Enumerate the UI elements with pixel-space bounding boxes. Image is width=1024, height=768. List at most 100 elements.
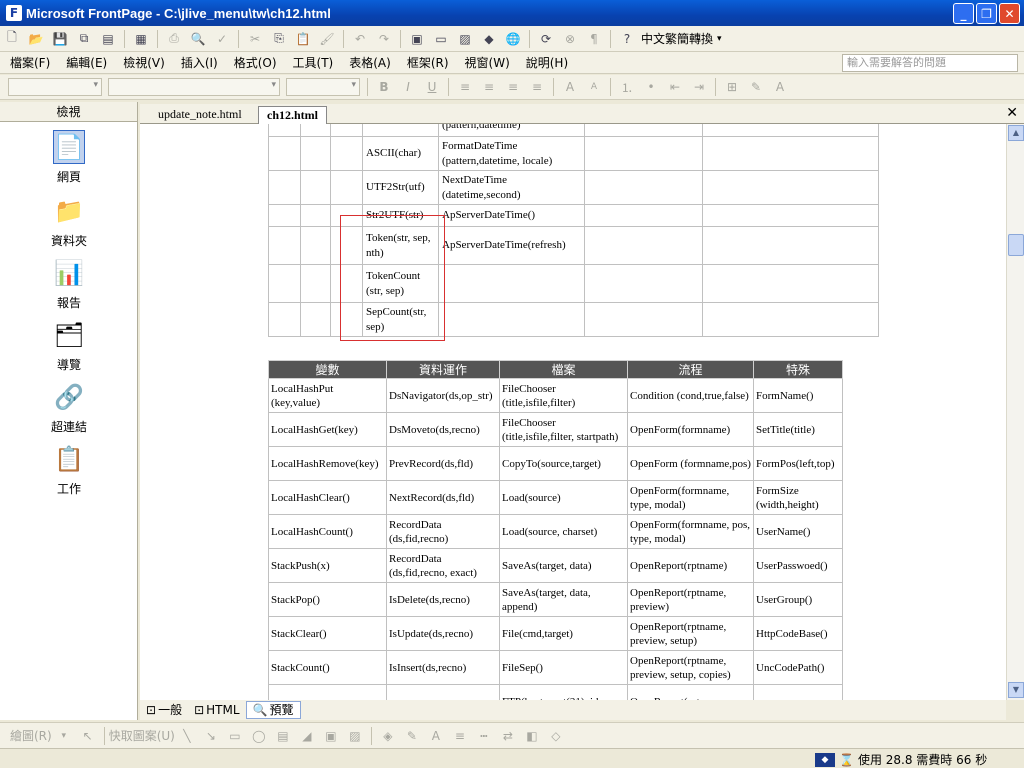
formatting-toolbar: B I U ≡ ≡ ≡ ≡ A A ⒈ • ⇤ ⇥ ⊞ ✎ A: [0, 75, 1024, 100]
select-objects-icon[interactable]: ↖: [79, 727, 97, 745]
draw-dropdown-icon[interactable]: ▾: [55, 727, 73, 745]
bullets-icon[interactable]: •: [642, 78, 660, 96]
italic-icon[interactable]: I: [399, 78, 417, 96]
page-view-icon[interactable]: ▦: [132, 30, 150, 48]
hyperlink-icon[interactable]: 🌐: [504, 30, 522, 48]
align-left-icon[interactable]: ≡: [456, 78, 474, 96]
translate-button[interactable]: 中文繁簡轉換: [641, 30, 713, 47]
font-color-icon[interactable]: A: [771, 78, 789, 96]
spelling-icon[interactable]: ✓: [213, 30, 231, 48]
new-page-icon[interactable]: 🗋: [3, 30, 21, 48]
justify-icon[interactable]: ≡: [528, 78, 546, 96]
folder-list-icon[interactable]: ▤: [99, 30, 117, 48]
undo-icon[interactable]: ↶: [351, 30, 369, 48]
insert-picture-icon[interactable]: ▨: [456, 30, 474, 48]
bold-icon[interactable]: B: [375, 78, 393, 96]
view-reports[interactable]: 📊 報告: [0, 256, 138, 311]
table-cell: OpenForm(formname): [627, 412, 754, 447]
menu-format[interactable]: 格式(O): [224, 54, 283, 71]
rectangle-icon[interactable]: ▭: [226, 727, 244, 745]
insert-component-icon[interactable]: ▣: [408, 30, 426, 48]
line-color-icon[interactable]: ✎: [403, 727, 421, 745]
menu-help[interactable]: 說明(H): [516, 54, 574, 71]
autoshapes-menu[interactable]: 快取圖案(U): [109, 727, 175, 744]
cut-icon[interactable]: ✂: [246, 30, 264, 48]
line-icon[interactable]: ╲: [178, 727, 196, 745]
menu-view[interactable]: 檢視(V): [113, 54, 171, 71]
tab-html[interactable]: ⊡ HTML: [188, 701, 245, 719]
decrease-indent-icon[interactable]: ⇤: [666, 78, 684, 96]
scroll-thumb[interactable]: [1008, 234, 1024, 256]
menu-edit[interactable]: 編輯(E): [56, 54, 113, 71]
numbering-icon[interactable]: ⒈: [618, 78, 636, 96]
view-hyperlinks[interactable]: 🔗 超連結: [0, 380, 138, 435]
increase-indent-icon[interactable]: ⇥: [690, 78, 708, 96]
top-table-cell: [268, 264, 301, 303]
fill-color-icon[interactable]: ◈: [379, 727, 397, 745]
menu-table[interactable]: 表格(A): [339, 54, 397, 71]
scroll-up-icon[interactable]: ▲: [1008, 125, 1024, 141]
view-folders[interactable]: 📁 資料夾: [0, 194, 138, 249]
3d-icon[interactable]: ◇: [547, 727, 565, 745]
refresh-icon[interactable]: ⟳: [537, 30, 555, 48]
font-size-dropdown[interactable]: [286, 78, 360, 96]
menu-frames[interactable]: 框架(R): [397, 54, 455, 71]
align-right-icon[interactable]: ≡: [504, 78, 522, 96]
translate-dropdown-icon[interactable]: ▾: [717, 34, 722, 44]
line-style-icon[interactable]: ≡: [451, 727, 469, 745]
decrease-font-icon[interactable]: A: [585, 78, 603, 96]
tab-ch12[interactable]: ch12.html: [258, 106, 327, 124]
highlight-icon[interactable]: ✎: [747, 78, 765, 96]
scroll-down-icon[interactable]: ▼: [1008, 682, 1024, 698]
copy-icon[interactable]: ⎘: [270, 30, 288, 48]
view-navigation[interactable]: 🗂 導覽: [0, 318, 138, 373]
dash-style-icon[interactable]: ┅: [475, 727, 493, 745]
clipart-icon[interactable]: ▣: [322, 727, 340, 745]
tab-normal[interactable]: ⊡ 一般: [140, 701, 188, 719]
redo-icon[interactable]: ↷: [375, 30, 393, 48]
font-dropdown[interactable]: [108, 78, 280, 96]
tab-update-note[interactable]: update_note.html: [150, 106, 250, 124]
wordart-icon[interactable]: ◢: [298, 727, 316, 745]
menu-window[interactable]: 視窗(W): [455, 54, 516, 71]
format-painter-icon[interactable]: 🖌: [318, 30, 336, 48]
style-dropdown[interactable]: [8, 78, 102, 96]
minimize-button[interactable]: _: [953, 3, 974, 24]
align-center-icon[interactable]: ≡: [480, 78, 498, 96]
view-page[interactable]: 📄 網頁: [0, 130, 138, 185]
arrow-icon[interactable]: ↘: [202, 727, 220, 745]
increase-font-icon[interactable]: A: [561, 78, 579, 96]
document-area[interactable]: (pattern,datetime) ASCII(char) FormatDateT…: [140, 124, 1006, 700]
underline-icon[interactable]: U: [423, 78, 441, 96]
oval-icon[interactable]: ◯: [250, 727, 268, 745]
table-cell: DsMoveto(ds,recno): [386, 412, 500, 447]
menu-tools[interactable]: 工具(T): [283, 54, 340, 71]
draw-font-color-icon[interactable]: A: [427, 727, 445, 745]
arrow-style-icon[interactable]: ⇄: [499, 727, 517, 745]
borders-icon[interactable]: ⊞: [723, 78, 741, 96]
publish-icon[interactable]: ⧉: [75, 30, 93, 48]
insert-table-icon[interactable]: ▭: [432, 30, 450, 48]
drawing-icon[interactable]: ◆: [480, 30, 498, 48]
view-tasks[interactable]: 📋 工作: [0, 442, 138, 497]
maximize-button[interactable]: ❐: [976, 3, 997, 24]
paste-icon[interactable]: 📋: [294, 30, 312, 48]
ask-question-input[interactable]: 輸入需要解答的問題: [842, 54, 1018, 72]
menu-file[interactable]: 檔案(F): [0, 54, 56, 71]
print-preview-icon[interactable]: 🔍: [189, 30, 207, 48]
picture-icon[interactable]: ▨: [346, 727, 364, 745]
save-icon[interactable]: 💾: [51, 30, 69, 48]
stop-icon[interactable]: ⊗: [561, 30, 579, 48]
close-document-icon[interactable]: ✕: [1006, 105, 1018, 121]
open-folder-icon[interactable]: 📂: [27, 30, 45, 48]
shadow-icon[interactable]: ◧: [523, 727, 541, 745]
print-icon[interactable]: ⎙: [165, 30, 183, 48]
paragraph-mark-icon[interactable]: ¶: [585, 30, 603, 48]
textbox-icon[interactable]: ▤: [274, 727, 292, 745]
menu-insert[interactable]: 插入(I): [171, 54, 224, 71]
draw-menu[interactable]: 繪圖(R): [10, 727, 52, 744]
vertical-scrollbar[interactable]: ▲ ▼: [1006, 124, 1024, 700]
close-window-button[interactable]: ✕: [999, 3, 1020, 24]
help-icon[interactable]: ?: [618, 30, 636, 48]
tab-preview[interactable]: 🔍 預覽: [245, 701, 301, 719]
